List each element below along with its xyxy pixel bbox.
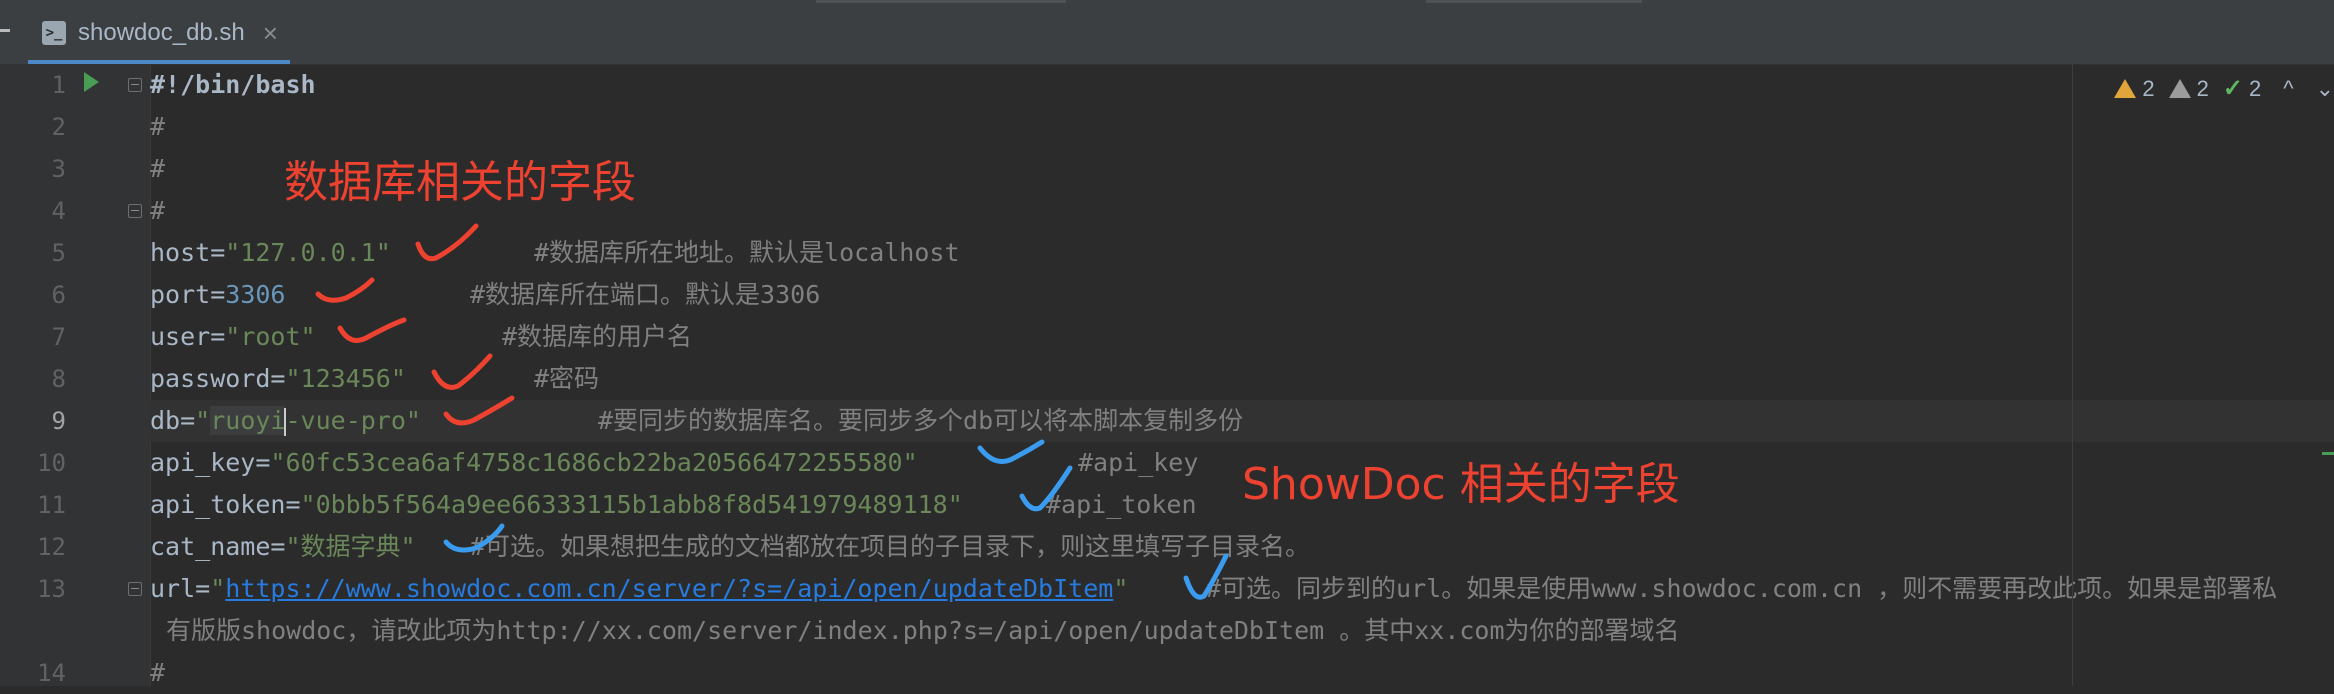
close-icon[interactable]: ×	[263, 18, 278, 49]
code-line-11: api_token="0bbb5f564a9ee66333115b1abb8f8…	[150, 490, 963, 519]
fold-icon[interactable]	[128, 204, 142, 218]
code-line-8: password="123456"	[150, 364, 406, 393]
code-comment-13: #可选。同步到的url。如果是使用www.showdoc.com.cn ，则不需…	[1206, 574, 2278, 603]
code-line-7: user="root"	[150, 322, 316, 351]
toolbar-shade	[1426, 0, 1642, 3]
line-number: 2	[51, 113, 66, 141]
code-line-2: #	[150, 112, 166, 141]
panel-collapse-handle[interactable]	[0, 29, 10, 32]
code-line-1: #!/bin/bash	[150, 70, 316, 99]
line-number: 11	[37, 491, 66, 519]
code-comment-5: #数据库所在地址。默认是localhost	[534, 238, 960, 267]
line-number: 3	[51, 155, 66, 183]
code-line-10: api_key="60fc53cea6af4758c1686cb22ba2056…	[150, 448, 918, 477]
code-comment-8: #密码	[534, 364, 600, 393]
code-comment-9: #要同步的数据库名。要同步多个db可以将本脚本复制多份	[598, 406, 1244, 435]
code-line-9: db="ruoyi-vue-pro"	[150, 406, 421, 436]
right-margin-guide	[2072, 64, 2073, 686]
line-number: 6	[51, 281, 66, 309]
tab-label: showdoc_db.sh	[78, 19, 245, 46]
line-number: 1	[51, 71, 66, 99]
code-line-4: #	[150, 196, 166, 225]
typos-indicator[interactable]: ✓ 2	[2223, 74, 2261, 103]
url-link[interactable]: https://www.showdoc.com.cn/server/?s=/ap…	[225, 574, 1113, 603]
line-number: 5	[51, 239, 66, 267]
code-comment-10: #api_key	[1078, 448, 1199, 477]
code-line-12: cat_name="数据字典"	[150, 532, 416, 561]
line-number: 4	[51, 197, 66, 225]
code-line-14: #	[150, 658, 166, 687]
previous-highlight-icon[interactable]: ^	[2283, 76, 2293, 102]
line-number: 12	[37, 533, 66, 561]
code-comment-12: #可选。如果想把生成的文档都放在项目的子目录下，则这里填写子目录名。	[470, 532, 1311, 561]
next-highlight-icon[interactable]: ⌄	[2316, 76, 2334, 102]
code-comment-6: #数据库所在端口。默认是3306	[470, 280, 821, 309]
warning-icon	[2114, 79, 2137, 98]
weak-warnings-indicator[interactable]: 2	[2168, 76, 2209, 102]
code-line-3: #	[150, 154, 166, 183]
editor-tab-bar: >_ showdoc_db.sh ×	[0, 0, 2334, 65]
code-comment-11: #api_token	[1046, 490, 1197, 519]
line-number	[0, 610, 66, 652]
line-number: 13	[37, 575, 66, 603]
annotation-showdoc-fields: ShowDoc 相关的字段	[1242, 459, 1680, 510]
weak-warning-icon	[2168, 79, 2191, 98]
inspection-widget[interactable]: 2 2 ✓ 2 ^ ⌄	[2114, 74, 2334, 103]
code-comment-7: #数据库的用户名	[502, 322, 693, 351]
fold-icon[interactable]	[128, 582, 142, 596]
annotation-db-fields: 数据库相关的字段	[284, 157, 636, 208]
code-line-13: url="https://www.showdoc.com.cn/server/?…	[150, 574, 1129, 603]
code-line-6: port=3306	[150, 280, 286, 309]
tab-showdoc-db-sh[interactable]: >_ showdoc_db.sh ×	[28, 6, 290, 64]
run-icon[interactable]	[84, 72, 99, 92]
typo-check-icon: ✓	[2222, 75, 2243, 102]
line-number-current: 9	[51, 407, 66, 435]
line-number: 7	[51, 323, 66, 351]
line-number: 14	[37, 659, 66, 687]
toolbar-shade	[816, 0, 1066, 3]
warnings-indicator[interactable]: 2	[2114, 76, 2155, 102]
line-number: 10	[37, 449, 66, 477]
fold-icon[interactable]	[128, 78, 142, 92]
line-number: 8	[51, 365, 66, 393]
code-line-5: host="127.0.0.1"	[150, 238, 391, 267]
code-comment-13-wrap: 有版版showdoc，请改此项为http://xx.com/server/ind…	[166, 616, 1680, 645]
error-stripe-mark[interactable]	[2322, 452, 2334, 455]
shell-script-file-icon: >_	[42, 21, 66, 45]
